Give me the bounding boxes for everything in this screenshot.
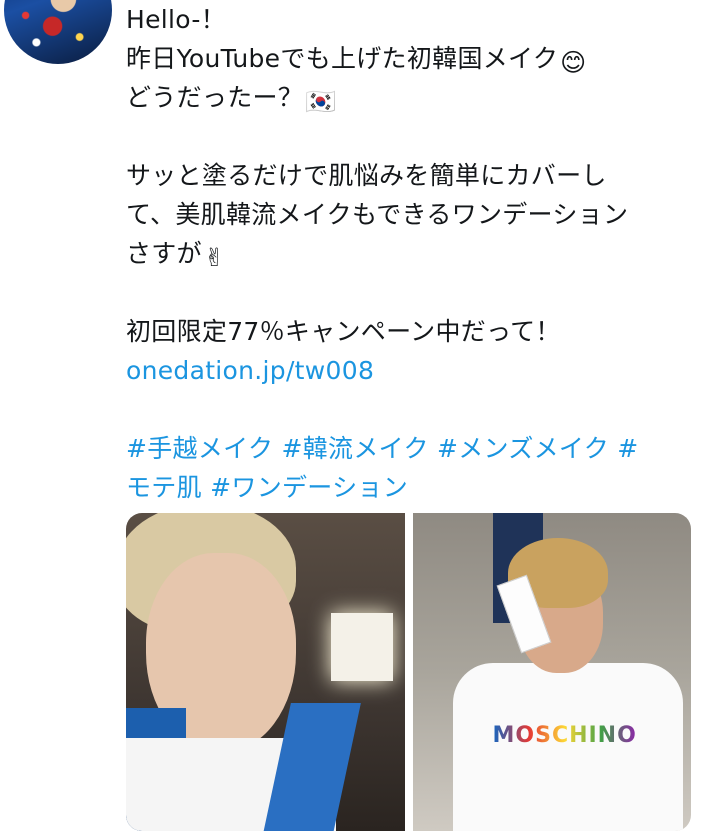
selfie-photo[interactable]: [126, 513, 405, 831]
tweet-line-text: さすが: [126, 239, 202, 268]
hashtag-line[interactable]: #手越メイク #韓流メイク #メンズメイク #: [126, 429, 706, 468]
smile-emoji-icon: 😊: [560, 48, 587, 77]
jacket: [261, 703, 361, 831]
product-photo[interactable]: MOSCHINO: [412, 513, 691, 831]
korea-flag-icon: 🇰🇷: [305, 87, 337, 116]
avatar-pattern: [4, 0, 112, 64]
hashtag-line[interactable]: モテ肌 #ワンデーション: [126, 468, 706, 507]
onedation-link[interactable]: onedation.jp/tw008: [126, 351, 706, 390]
tweet-text: Hello-！ 昨日YouTubeでも上げた初韓国メイク😊 どうだったー？🇰🇷 …: [126, 0, 706, 507]
tweet-line-text: どうだったー？: [126, 83, 304, 112]
tweet-line: どうだったー？🇰🇷: [126, 78, 706, 117]
tweet-line: Hello-！: [126, 5, 226, 34]
avatar[interactable]: [4, 0, 112, 64]
tweet-line: て、美肌韓流メイクもできるワンデーション: [126, 200, 629, 229]
studio-light: [331, 613, 393, 681]
shirt-logo: MOSCHINO: [492, 723, 637, 748]
tweet-line-text: 昨日YouTubeでも上げた初韓国メイク: [126, 44, 559, 73]
tweet-line: さすが✌: [126, 234, 706, 273]
victory-hand-icon: ✌: [203, 243, 226, 272]
media-gallery: MOSCHINO: [126, 513, 691, 831]
tweet-line: サッと塗るだけで肌悩みを簡単にカバーし: [126, 161, 607, 190]
tweet-line: 昨日YouTubeでも上げた初韓国メイク😊: [126, 39, 706, 78]
tweet-line: 初回限定77％キャンペーン中だって！: [126, 317, 561, 346]
